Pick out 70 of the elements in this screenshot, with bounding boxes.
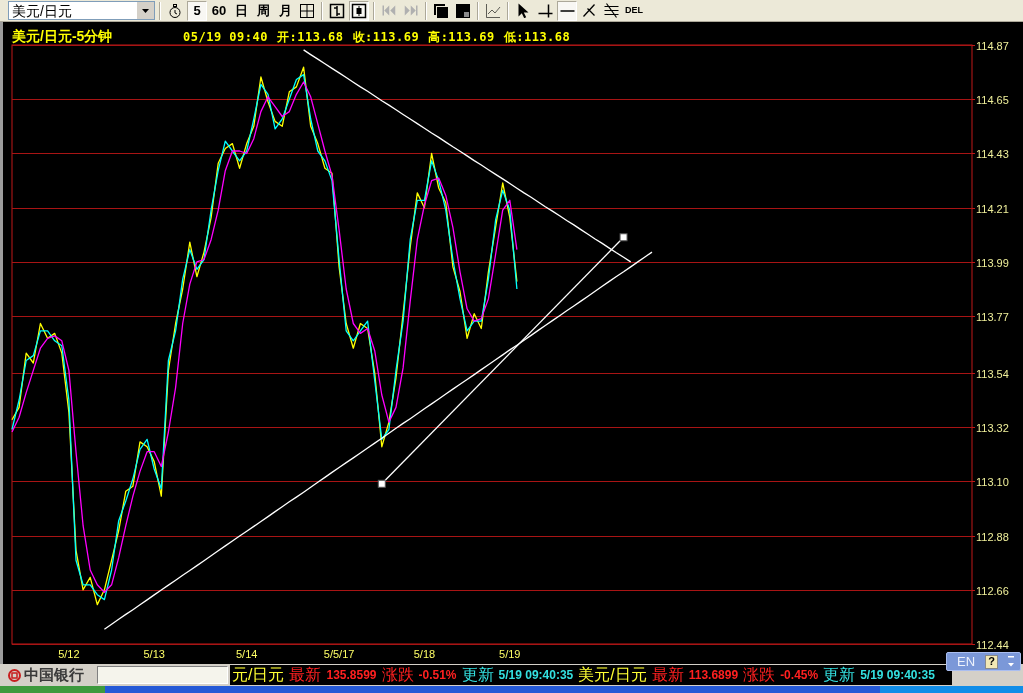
toolbar-button[interactable]: 周 <box>253 0 273 21</box>
axis-label: 113.77 <box>976 310 1009 323</box>
axis-label: 114.43 <box>976 147 1009 160</box>
price-value: 135.8599 <box>326 669 377 681</box>
toolbar-button[interactable]: DEL <box>623 0 645 21</box>
line-handle-icon[interactable] <box>619 233 628 242</box>
symbol-select[interactable]: 美元/日元 <box>8 1 155 20</box>
ohlc-bar-icon <box>329 2 345 19</box>
axis-label: 112.66 <box>976 584 1009 597</box>
update-label: 更新 <box>461 667 494 683</box>
price-value: 113.6899 <box>688 669 739 681</box>
axis-label: 5/14 <box>235 648 258 660</box>
quote-text: 高:113.69 <box>428 31 495 43</box>
axis-label: 5/5/17 <box>323 648 355 660</box>
update-time: 5/19 09:40:35 <box>498 669 574 681</box>
cross-line-icon <box>537 3 553 18</box>
square-icon <box>455 2 471 19</box>
axis-label: 114.65 <box>976 93 1009 106</box>
bank-logo-icon <box>8 668 21 682</box>
axis-label: 112.44 <box>976 638 1009 651</box>
help-button[interactable]: ? <box>985 654 999 669</box>
price-label: 最新 <box>651 667 684 683</box>
axis-label: 5/12 <box>58 648 80 660</box>
axis-label: 5/19 <box>499 648 521 660</box>
axis-label: 5/13 <box>143 648 165 660</box>
axis-label: 113.10 <box>976 475 1009 488</box>
change-label: 涨跌 <box>743 667 776 683</box>
axis-label: 114.87 <box>976 39 1009 52</box>
pointer-icon <box>517 3 529 18</box>
toolbar-button[interactable] <box>349 0 369 21</box>
candlestick-icon <box>351 2 367 19</box>
options-arrow-icon[interactable] <box>1008 656 1015 667</box>
line-chart-icon <box>485 2 501 19</box>
toolbar-button[interactable]: 日 <box>231 0 251 21</box>
quote-text: 05/19 09:40 <box>183 31 268 43</box>
currency-pair: 美元/日元 <box>578 667 647 683</box>
axis-label: 114.21 <box>976 202 1009 215</box>
start-button[interactable] <box>0 686 105 693</box>
update-label: 更新 <box>823 667 856 683</box>
skip-forward-icon <box>404 5 418 16</box>
quote-text: 开:113.68 <box>277 31 344 43</box>
parallel-lines-icon <box>603 3 619 18</box>
currency-pair: 元/日元 <box>232 667 285 683</box>
quote-text: 收:113.69 <box>352 31 420 43</box>
grid-icon <box>299 2 315 19</box>
horizontal-line-icon <box>559 9 575 12</box>
axis-label: 113.32 <box>976 421 1009 434</box>
chart-title: 美元/日元-5分钟 <box>12 29 113 43</box>
toolbar-button[interactable] <box>557 0 577 21</box>
caret-icon[interactable] <box>137 2 154 19</box>
stopwatch-icon <box>167 2 183 19</box>
axis-label: 113.99 <box>976 256 1009 269</box>
angled-line-icon <box>583 4 595 17</box>
axis-label: 5/18 <box>413 648 436 660</box>
toolbar-button[interactable]: 60 <box>209 0 229 21</box>
axis-label: 113.54 <box>976 367 1009 380</box>
change-value: -0.51% <box>418 669 457 681</box>
axis-label: 112.88 <box>976 530 1009 543</box>
line-handle-icon[interactable] <box>377 479 386 488</box>
quote-text: 低:113.68 <box>503 31 571 43</box>
change-value: -0.45% <box>780 669 819 681</box>
bank-name: 中国银行 <box>24 667 84 683</box>
change-label: 涨跌 <box>381 667 414 683</box>
update-time: 5/19 09:40:35 <box>860 669 935 681</box>
overlapping-squares-icon <box>433 2 449 19</box>
input-field[interactable] <box>97 666 228 684</box>
price-label: 最新 <box>289 667 322 683</box>
toolbar-button[interactable]: 月 <box>275 0 295 21</box>
toolbar-button[interactable]: 5 <box>187 0 207 21</box>
skip-back-icon <box>382 5 396 16</box>
